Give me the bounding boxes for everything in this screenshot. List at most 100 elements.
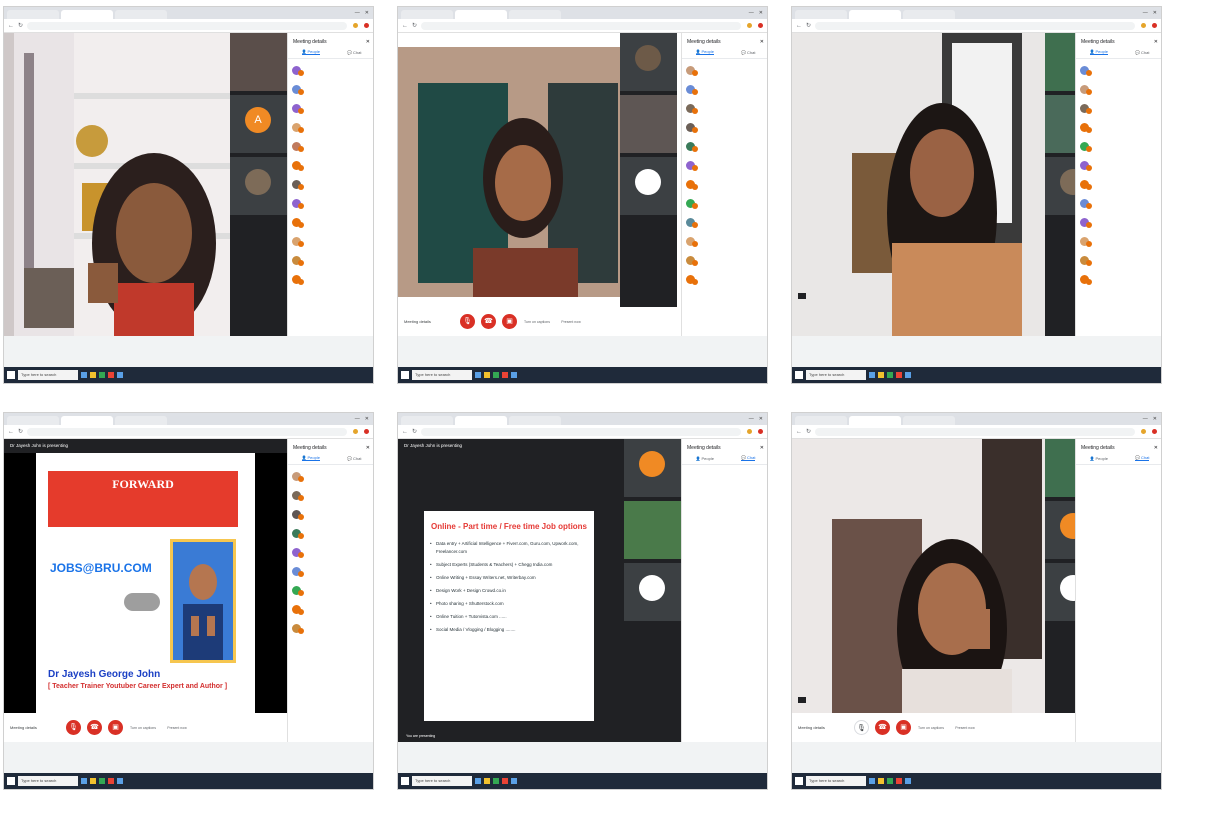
url-field[interactable] <box>815 21 1135 30</box>
participant-tile[interactable] <box>1045 95 1075 153</box>
list-item[interactable] <box>1080 194 1159 213</box>
folder-icon[interactable] <box>90 372 96 378</box>
extension-icon[interactable] <box>1152 429 1157 434</box>
list-item[interactable] <box>1080 175 1159 194</box>
participant-tile[interactable]: A <box>230 95 287 153</box>
browser-tab[interactable] <box>795 416 847 425</box>
list-item[interactable] <box>1080 137 1159 156</box>
browser-tab[interactable] <box>7 10 59 19</box>
browser-tab[interactable] <box>115 416 167 425</box>
app-icon[interactable] <box>475 372 481 378</box>
back-icon[interactable]: ← <box>796 23 802 29</box>
list-item[interactable] <box>292 232 371 251</box>
list-item[interactable] <box>1080 61 1159 80</box>
close-icon[interactable]: ✕ <box>760 445 764 451</box>
tab-chat[interactable]: 💬 Chat <box>741 49 755 55</box>
browser-tab[interactable] <box>795 10 847 19</box>
back-icon[interactable]: ← <box>402 23 408 29</box>
taskbar-search[interactable]: Type here to search <box>18 776 78 786</box>
windows-start-icon[interactable] <box>795 777 803 785</box>
participant-tile[interactable] <box>624 501 681 559</box>
chrome-icon[interactable] <box>502 372 508 378</box>
folder-icon[interactable] <box>90 778 96 784</box>
list-item[interactable] <box>292 80 371 99</box>
mic-off-button[interactable]: 🎙 <box>460 314 475 329</box>
browser-tab-active[interactable] <box>849 10 901 19</box>
list-item[interactable] <box>292 213 371 232</box>
browser-tab[interactable] <box>903 416 955 425</box>
close-icon[interactable]: ✕ <box>1154 445 1158 451</box>
list-item[interactable] <box>1080 156 1159 175</box>
list-item[interactable] <box>686 118 765 137</box>
list-item[interactable] <box>292 486 371 505</box>
list-item[interactable] <box>292 156 371 175</box>
list-item[interactable] <box>686 213 765 232</box>
close-icon[interactable]: ✕ <box>1153 416 1157 422</box>
list-item[interactable] <box>1080 118 1159 137</box>
url-field[interactable] <box>27 21 347 30</box>
tab-people[interactable]: 👤 People <box>1089 49 1108 55</box>
present-now-button[interactable]: Present now <box>557 320 585 324</box>
list-item[interactable] <box>686 61 765 80</box>
app-icon[interactable] <box>887 778 893 784</box>
taskbar-search[interactable]: Type here to search <box>412 370 472 380</box>
mic-off-button[interactable]: 🎙 <box>66 720 81 735</box>
camera-off-button[interactable]: ▣ <box>108 720 123 735</box>
close-icon[interactable]: ✕ <box>760 39 764 45</box>
url-field[interactable] <box>27 427 347 436</box>
list-item[interactable] <box>1080 232 1159 251</box>
close-icon[interactable]: ✕ <box>759 10 763 16</box>
list-item[interactable] <box>686 175 765 194</box>
folder-icon[interactable] <box>878 778 884 784</box>
app-icon[interactable] <box>117 778 123 784</box>
extension-icon[interactable] <box>1141 23 1146 28</box>
browser-tab[interactable] <box>509 416 561 425</box>
list-item[interactable] <box>292 99 371 118</box>
tab-chat[interactable]: 💬 Chat <box>1135 49 1149 55</box>
url-field[interactable] <box>421 21 741 30</box>
end-call-button[interactable]: ☎ <box>87 720 102 735</box>
participant-tile[interactable] <box>620 157 677 215</box>
participant-tile[interactable] <box>1045 439 1075 497</box>
list-item[interactable] <box>1080 270 1159 289</box>
list-item[interactable] <box>292 251 371 270</box>
app-icon[interactable] <box>117 372 123 378</box>
extension-icon[interactable] <box>364 429 369 434</box>
app-icon[interactable] <box>99 778 105 784</box>
chrome-icon[interactable] <box>502 778 508 784</box>
minimize-icon[interactable]: — <box>749 416 754 422</box>
list-item[interactable] <box>292 505 371 524</box>
url-field[interactable] <box>815 427 1135 436</box>
list-item[interactable] <box>292 600 371 619</box>
browser-tab[interactable] <box>7 416 59 425</box>
meeting-details-button[interactable]: Meeting details <box>798 725 848 730</box>
app-icon[interactable] <box>81 372 87 378</box>
back-icon[interactable]: ← <box>8 429 14 435</box>
taskbar-search[interactable]: Type here to search <box>806 776 866 786</box>
browser-tab[interactable] <box>509 10 561 19</box>
participant-tile[interactable] <box>624 439 681 497</box>
url-field[interactable] <box>421 427 741 436</box>
folder-icon[interactable] <box>878 372 884 378</box>
windows-start-icon[interactable] <box>795 371 803 379</box>
browser-tab-active[interactable] <box>849 416 901 425</box>
list-item[interactable] <box>686 251 765 270</box>
list-item[interactable] <box>686 232 765 251</box>
taskbar-search[interactable]: Type here to search <box>18 370 78 380</box>
windows-start-icon[interactable] <box>401 777 409 785</box>
app-icon[interactable] <box>475 778 481 784</box>
taskbar-search[interactable]: Type here to search <box>806 370 866 380</box>
tab-people[interactable]: 👤 People <box>695 49 714 55</box>
tab-people[interactable]: 👤 People <box>696 455 714 461</box>
extension-icon[interactable] <box>364 23 369 28</box>
extension-icon[interactable] <box>758 23 763 28</box>
list-item[interactable] <box>686 80 765 99</box>
chrome-icon[interactable] <box>896 372 902 378</box>
list-item[interactable] <box>292 543 371 562</box>
back-icon[interactable]: ← <box>402 429 408 435</box>
participant-tile[interactable] <box>1045 501 1075 559</box>
extension-icon[interactable] <box>747 23 752 28</box>
list-item[interactable] <box>686 270 765 289</box>
close-icon[interactable]: ✕ <box>365 416 369 422</box>
end-call-button[interactable]: ☎ <box>481 314 496 329</box>
